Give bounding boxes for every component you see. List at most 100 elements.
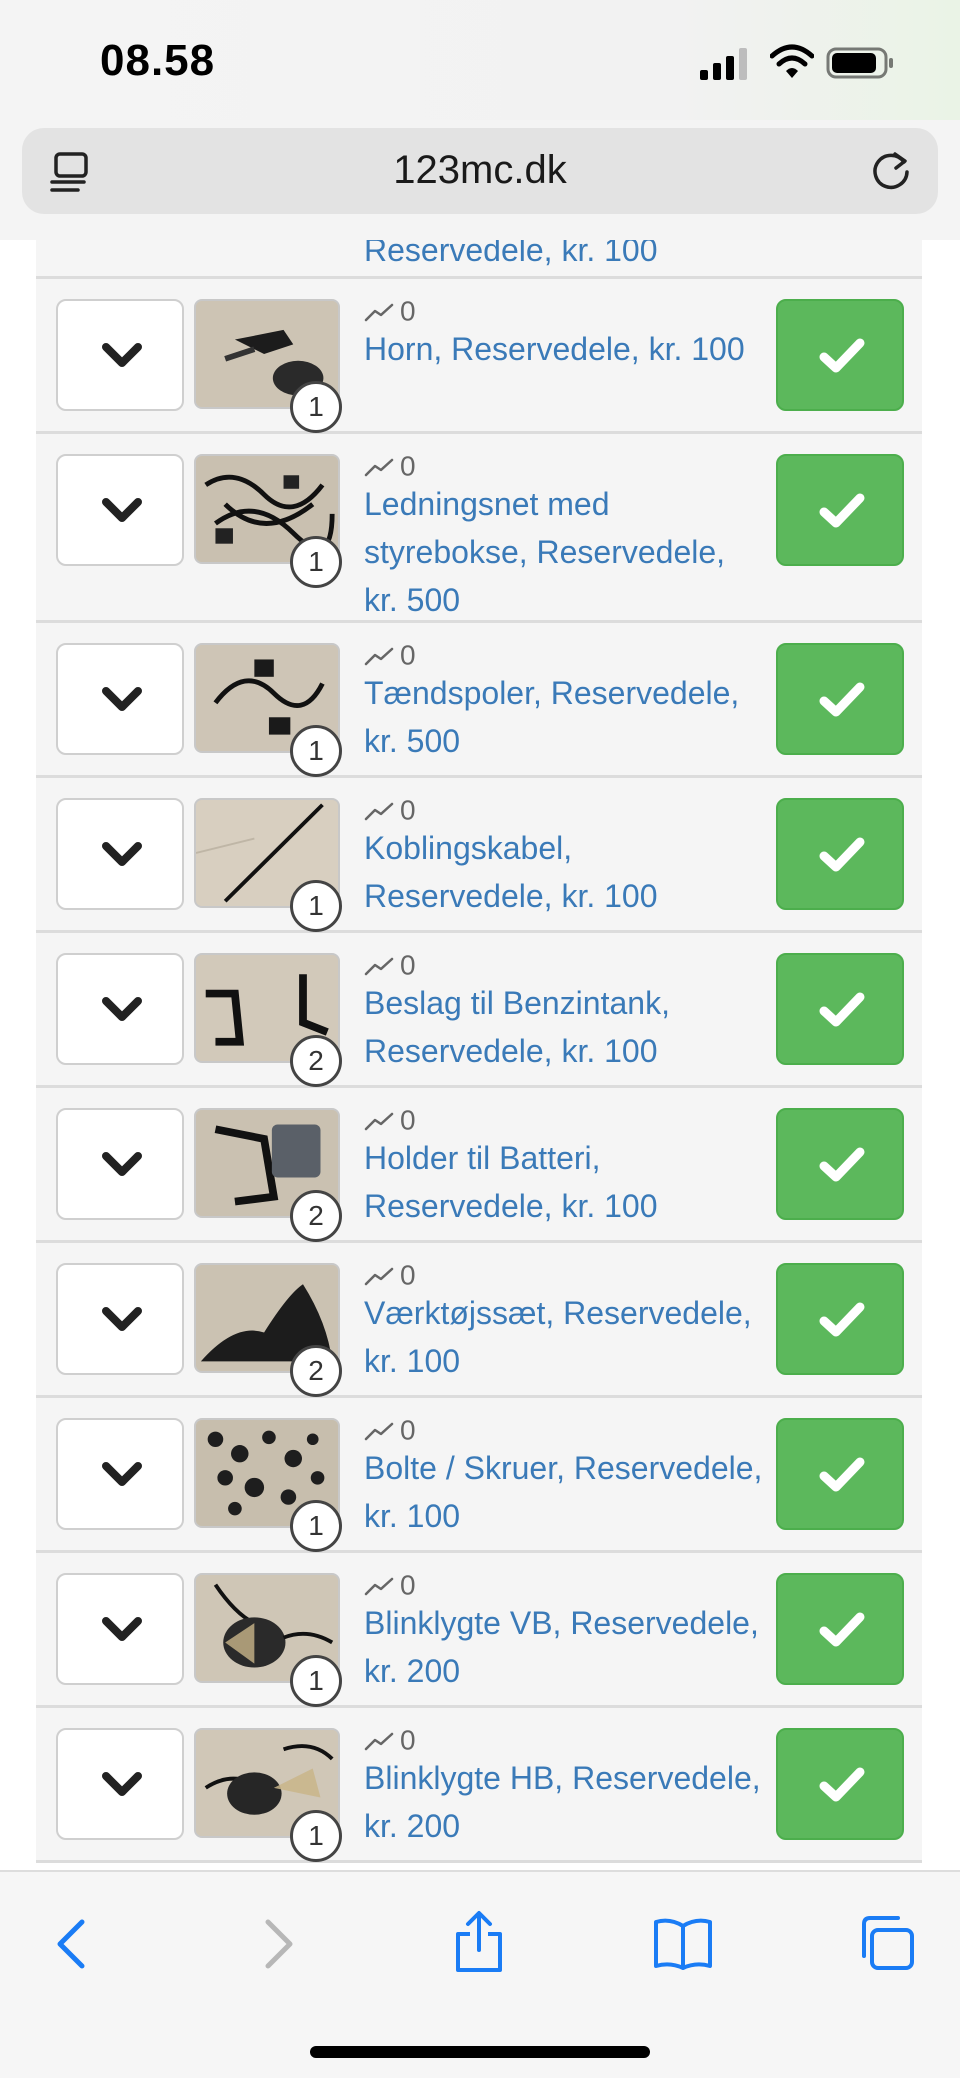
url-text[interactable]: 123mc.dk bbox=[22, 148, 938, 193]
expand-button[interactable] bbox=[56, 299, 184, 411]
expand-button[interactable] bbox=[56, 1418, 184, 1530]
quantity-badge: 1 bbox=[290, 536, 342, 588]
chevron-down-icon bbox=[102, 1152, 142, 1176]
reload-icon[interactable] bbox=[868, 148, 914, 194]
bookmarks-icon[interactable] bbox=[652, 1916, 714, 1972]
product-title-link[interactable]: Holder til Batteri, Reservedele, kr. 100 bbox=[364, 1134, 764, 1230]
wifi-icon bbox=[770, 44, 814, 78]
quantity-badge: 1 bbox=[290, 381, 342, 433]
clock: 08.58 bbox=[100, 36, 216, 85]
product-title-link[interactable]: Værktøjssæt, Reservedele, kr. 100 bbox=[364, 1289, 764, 1385]
expand-button[interactable] bbox=[56, 1573, 184, 1685]
quantity-badge: 2 bbox=[290, 1345, 342, 1397]
quantity-badge: 2 bbox=[290, 1190, 342, 1242]
product-title-link[interactable]: Ledningsnet med styrebokse, Reservedele,… bbox=[364, 480, 764, 624]
views-count: 0 bbox=[364, 1102, 416, 1136]
list-item: 1 0 Horn, Reservedele, kr. 100 bbox=[36, 279, 922, 434]
chevron-down-icon bbox=[102, 687, 142, 711]
checkmark-icon bbox=[819, 1457, 865, 1492]
trend-icon bbox=[364, 1112, 394, 1130]
list-item: 2 0 Holder til Batteri, Reservedele, kr.… bbox=[36, 1088, 922, 1243]
home-indicator bbox=[310, 2046, 650, 2058]
expand-button[interactable] bbox=[56, 1108, 184, 1220]
quantity-badge: 1 bbox=[290, 880, 342, 932]
chevron-down-icon bbox=[102, 997, 142, 1021]
select-button[interactable] bbox=[776, 1728, 904, 1840]
trend-icon bbox=[364, 1577, 394, 1595]
product-title-link[interactable]: Horn, Reservedele, kr. 100 bbox=[364, 325, 764, 373]
checkmark-icon bbox=[819, 1302, 865, 1337]
checkmark-icon bbox=[819, 992, 865, 1027]
chevron-down-icon bbox=[102, 1462, 142, 1486]
product-title-link[interactable]: Reservedele, kr. 100 bbox=[364, 240, 764, 274]
product-title-link[interactable]: Blinklygte VB, Reservedele, kr. 200 bbox=[364, 1599, 764, 1695]
back-icon[interactable] bbox=[52, 1914, 92, 1974]
chevron-down-icon bbox=[102, 842, 142, 866]
quantity-badge: 1 bbox=[290, 725, 342, 777]
select-button[interactable] bbox=[776, 1418, 904, 1530]
views-count: 0 bbox=[364, 1412, 416, 1446]
select-button[interactable] bbox=[776, 299, 904, 411]
select-button[interactable] bbox=[776, 1573, 904, 1685]
checkmark-icon bbox=[819, 837, 865, 872]
expand-button[interactable] bbox=[56, 643, 184, 755]
expand-button[interactable] bbox=[56, 1263, 184, 1375]
chevron-down-icon bbox=[102, 1307, 142, 1331]
quantity-badge: 1 bbox=[290, 1500, 342, 1552]
chevron-down-icon bbox=[102, 1617, 142, 1641]
product-title-link[interactable]: Koblingskabel, Reservedele, kr. 100 bbox=[364, 824, 764, 920]
select-button[interactable] bbox=[776, 454, 904, 566]
list-item: 1 Reservedele, kr. 100 bbox=[36, 240, 922, 279]
select-button[interactable] bbox=[776, 1108, 904, 1220]
forward-icon[interactable] bbox=[258, 1914, 298, 1974]
product-title-link[interactable]: Beslag til Benzintank, Reservedele, kr. … bbox=[364, 979, 764, 1075]
select-button[interactable] bbox=[776, 643, 904, 755]
product-title-link[interactable]: Bolte / Skruer, Reservedele, kr. 100 bbox=[364, 1444, 764, 1540]
product-title-link[interactable]: Blinklygte HB, Reservedele, kr. 200 bbox=[364, 1754, 764, 1850]
trend-icon bbox=[364, 647, 394, 665]
trend-icon bbox=[364, 303, 394, 321]
views-count: 0 bbox=[364, 792, 416, 826]
share-icon[interactable] bbox=[452, 1910, 506, 1974]
expand-button[interactable] bbox=[56, 1728, 184, 1840]
trend-icon bbox=[364, 957, 394, 975]
checkmark-icon bbox=[819, 682, 865, 717]
browser-address-area: 123mc.dk bbox=[0, 120, 960, 240]
views-count: 0 bbox=[364, 1722, 416, 1756]
battery-icon bbox=[826, 47, 893, 79]
address-bar[interactable]: 123mc.dk bbox=[22, 128, 938, 214]
checkmark-icon bbox=[819, 1767, 865, 1802]
expand-button[interactable] bbox=[56, 454, 184, 566]
quantity-badge: 1 bbox=[290, 1655, 342, 1707]
product-list: 1 Reservedele, kr. 100 1 0 Horn, Reserve… bbox=[36, 240, 922, 1870]
checkmark-icon bbox=[819, 338, 865, 373]
trend-icon bbox=[364, 458, 394, 476]
views-count: 0 bbox=[364, 448, 416, 482]
expand-button[interactable] bbox=[56, 953, 184, 1065]
select-button[interactable] bbox=[776, 798, 904, 910]
chevron-down-icon bbox=[102, 343, 142, 367]
cellular-signal-icon bbox=[700, 48, 747, 80]
chevron-down-icon bbox=[102, 498, 142, 522]
expand-button[interactable] bbox=[56, 798, 184, 910]
list-item: 1 0 Blinklygte HB, Reservedele, kr. 200 bbox=[36, 1708, 922, 1863]
trend-icon bbox=[364, 802, 394, 820]
list-item: 2 0 Beslag til Benzintank, Reservedele, … bbox=[36, 933, 922, 1088]
quantity-badge: 2 bbox=[290, 1035, 342, 1087]
checkmark-icon bbox=[819, 493, 865, 528]
select-button[interactable] bbox=[776, 953, 904, 1065]
product-title-link[interactable]: Tændspoler, Reservedele, kr. 500 bbox=[364, 669, 764, 765]
list-item: 1 0 Tændspoler, Reservedele, kr. 500 bbox=[36, 623, 922, 778]
trend-icon bbox=[364, 1267, 394, 1285]
checkmark-icon bbox=[819, 1147, 865, 1182]
list-item: 1 0 Koblingskabel, Reservedele, kr. 100 bbox=[36, 778, 922, 933]
list-item: 1 0 Blinklygte VB, Reservedele, kr. 200 bbox=[36, 1553, 922, 1708]
views-count: 0 bbox=[364, 293, 416, 327]
list-item: 2 0 Værktøjssæt, Reservedele, kr. 100 bbox=[36, 1243, 922, 1398]
list-item: 1 0 Bolte / Skruer, Reservedele, kr. 100 bbox=[36, 1398, 922, 1553]
list-item: 1 0 Ledningsnet med styrebokse, Reserved… bbox=[36, 434, 922, 623]
select-button[interactable] bbox=[776, 1263, 904, 1375]
tabs-icon[interactable] bbox=[856, 1914, 916, 1972]
quantity-badge: 1 bbox=[290, 1810, 342, 1862]
views-count: 0 bbox=[364, 637, 416, 671]
